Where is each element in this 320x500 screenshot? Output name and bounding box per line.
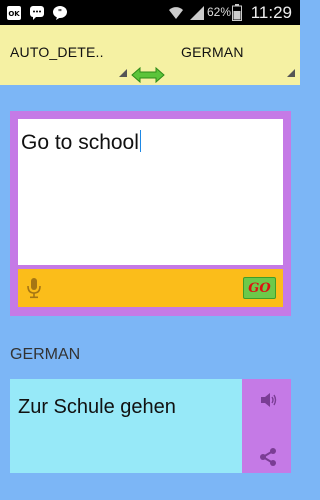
chat-icon: " xyxy=(52,4,68,21)
go-button-label: GO xyxy=(248,280,271,296)
share-icon[interactable] xyxy=(258,447,278,467)
dropdown-triangle-icon xyxy=(287,69,295,77)
wifi-icon xyxy=(168,4,184,21)
okx-icon: OK xyxy=(6,4,22,21)
swap-arrows-icon[interactable] xyxy=(131,65,165,85)
battery-percent: 62% xyxy=(207,5,232,19)
target-language-heading: GERMAN xyxy=(10,346,81,363)
language-bar: AUTO_DETE.. GERMAN xyxy=(0,25,300,85)
speaker-icon[interactable] xyxy=(259,391,277,409)
clock-time: 11:29 xyxy=(250,3,292,22)
source-language-label: AUTO_DETE.. xyxy=(10,44,104,60)
target-language-spinner[interactable]: GERMAN xyxy=(181,25,295,83)
status-bar: OK " 62% 11:29 xyxy=(0,0,300,25)
source-text-input[interactable]: Go to school xyxy=(18,119,283,265)
messenger-icon xyxy=(29,4,45,21)
input-action-bar: GO xyxy=(18,269,283,307)
dropdown-triangle-icon xyxy=(119,69,127,77)
battery-icon xyxy=(232,4,242,21)
target-language-label: GERMAN xyxy=(181,44,244,60)
output-actions xyxy=(242,379,291,473)
translation-result-text: Zur Schule gehen xyxy=(18,396,176,418)
translation-result-box: Zur Schule gehen xyxy=(10,379,242,473)
signal-icon xyxy=(189,4,205,21)
input-panel: Go to school GO xyxy=(10,111,291,316)
svg-text:": " xyxy=(58,8,62,17)
svg-text:OK: OK xyxy=(8,10,20,18)
source-text-value: Go to school xyxy=(21,131,139,154)
microphone-icon[interactable] xyxy=(26,277,42,299)
source-language-spinner[interactable]: AUTO_DETE.. xyxy=(10,25,127,83)
output-panel: Zur Schule gehen xyxy=(10,379,291,473)
text-caret xyxy=(139,130,141,152)
go-button[interactable]: GO xyxy=(243,277,276,299)
